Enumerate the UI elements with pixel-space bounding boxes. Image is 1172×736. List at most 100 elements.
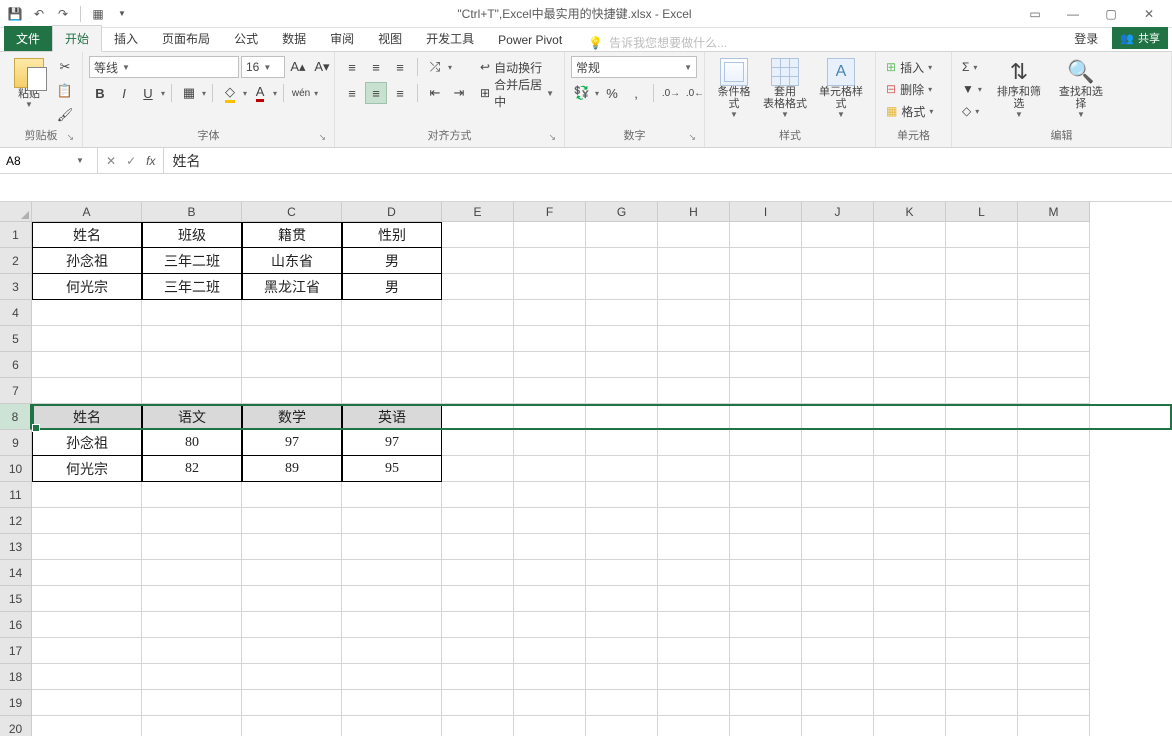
- row-header[interactable]: 3: [0, 274, 32, 300]
- cell[interactable]: [730, 586, 802, 612]
- accounting-icon[interactable]: 💱: [571, 82, 593, 104]
- cell[interactable]: 97: [242, 430, 342, 456]
- cell[interactable]: [658, 378, 730, 404]
- cell[interactable]: [442, 352, 514, 378]
- cell[interactable]: [514, 248, 586, 274]
- cell[interactable]: [874, 638, 946, 664]
- column-header[interactable]: K: [874, 202, 946, 222]
- cell[interactable]: [142, 664, 242, 690]
- cell[interactable]: [342, 586, 442, 612]
- row-header[interactable]: 5: [0, 326, 32, 352]
- insert-cells-button[interactable]: ⊞插入▾: [882, 56, 936, 78]
- cell[interactable]: [946, 560, 1018, 586]
- chevron-down-icon[interactable]: ▼: [76, 156, 84, 165]
- cell[interactable]: [1018, 508, 1090, 534]
- cell[interactable]: [946, 430, 1018, 456]
- cell[interactable]: [586, 612, 658, 638]
- column-header[interactable]: L: [946, 202, 1018, 222]
- cell[interactable]: [1018, 430, 1090, 456]
- cell[interactable]: [586, 456, 658, 482]
- cell[interactable]: 黑龙江省: [242, 274, 342, 300]
- cell[interactable]: [442, 300, 514, 326]
- cell[interactable]: 男: [342, 248, 442, 274]
- cell[interactable]: [514, 534, 586, 560]
- cell[interactable]: [586, 404, 658, 430]
- cell[interactable]: [730, 456, 802, 482]
- cell[interactable]: 性别: [342, 222, 442, 248]
- cell[interactable]: [514, 404, 586, 430]
- cell[interactable]: [32, 300, 142, 326]
- cell[interactable]: [242, 508, 342, 534]
- cell[interactable]: [730, 248, 802, 274]
- cell[interactable]: [342, 716, 442, 736]
- cell[interactable]: 语文: [142, 404, 242, 430]
- cut-icon[interactable]: ✂: [54, 56, 76, 78]
- autosum-button[interactable]: Σ▾: [958, 56, 986, 78]
- cell[interactable]: [874, 534, 946, 560]
- cell[interactable]: [730, 352, 802, 378]
- cell[interactable]: [802, 560, 874, 586]
- cell[interactable]: [946, 482, 1018, 508]
- row-header[interactable]: 11: [0, 482, 32, 508]
- cell[interactable]: [658, 482, 730, 508]
- row-header[interactable]: 14: [0, 560, 32, 586]
- cell[interactable]: [342, 534, 442, 560]
- cell[interactable]: [730, 430, 802, 456]
- cell[interactable]: [142, 482, 242, 508]
- cell[interactable]: [658, 274, 730, 300]
- cell[interactable]: [658, 326, 730, 352]
- cell[interactable]: [730, 326, 802, 352]
- cell[interactable]: [946, 248, 1018, 274]
- close-icon[interactable]: ✕: [1132, 4, 1166, 24]
- comma-icon[interactable]: ,: [625, 82, 647, 104]
- cell[interactable]: [658, 456, 730, 482]
- column-header[interactable]: E: [442, 202, 514, 222]
- column-header[interactable]: G: [586, 202, 658, 222]
- cell[interactable]: [946, 534, 1018, 560]
- cell[interactable]: [1018, 378, 1090, 404]
- sort-filter-button[interactable]: ⇅排序和筛选▼: [990, 56, 1048, 121]
- wrap-text-button[interactable]: ↩自动换行: [476, 56, 558, 78]
- cell[interactable]: [946, 690, 1018, 716]
- align-center-icon[interactable]: ≡: [365, 82, 387, 104]
- tab-review[interactable]: 审阅: [318, 26, 366, 51]
- row-header[interactable]: 2: [0, 248, 32, 274]
- cell[interactable]: [874, 248, 946, 274]
- cell[interactable]: 82: [142, 456, 242, 482]
- align-right-icon[interactable]: ≡: [389, 82, 411, 104]
- cell[interactable]: [442, 456, 514, 482]
- formula-input[interactable]: 姓名: [164, 148, 1172, 173]
- fx-icon[interactable]: fx: [146, 154, 155, 168]
- row-header[interactable]: 4: [0, 300, 32, 326]
- cell[interactable]: [874, 612, 946, 638]
- cell[interactable]: [342, 300, 442, 326]
- cell[interactable]: [242, 378, 342, 404]
- share-button[interactable]: 👥 共享: [1112, 27, 1168, 49]
- cell[interactable]: 籍贯: [242, 222, 342, 248]
- cell[interactable]: [32, 716, 142, 736]
- cell[interactable]: 英语: [342, 404, 442, 430]
- column-header[interactable]: C: [242, 202, 342, 222]
- minimize-icon[interactable]: —: [1056, 4, 1090, 24]
- cell[interactable]: [514, 716, 586, 736]
- cell[interactable]: [586, 690, 658, 716]
- cell[interactable]: [142, 534, 242, 560]
- copy-icon[interactable]: 📋: [54, 80, 76, 102]
- cell[interactable]: [802, 326, 874, 352]
- cell[interactable]: [514, 222, 586, 248]
- dialog-launcher-icon[interactable]: ↘: [318, 132, 326, 143]
- cell[interactable]: [658, 716, 730, 736]
- cell[interactable]: [514, 430, 586, 456]
- cell[interactable]: [242, 560, 342, 586]
- cell[interactable]: [32, 612, 142, 638]
- cell[interactable]: [442, 612, 514, 638]
- cell[interactable]: [442, 534, 514, 560]
- merge-center-button[interactable]: ⊞合并后居中▼: [476, 82, 558, 104]
- undo-icon[interactable]: ↶: [30, 5, 48, 23]
- find-select-button[interactable]: 🔍查找和选择▼: [1052, 56, 1110, 121]
- cell-styles-button[interactable]: 单元格样式▼: [813, 56, 869, 121]
- cell[interactable]: 三年二班: [142, 274, 242, 300]
- paste-button[interactable]: 粘贴 ▼: [6, 56, 52, 111]
- cell[interactable]: [32, 638, 142, 664]
- cell[interactable]: [514, 560, 586, 586]
